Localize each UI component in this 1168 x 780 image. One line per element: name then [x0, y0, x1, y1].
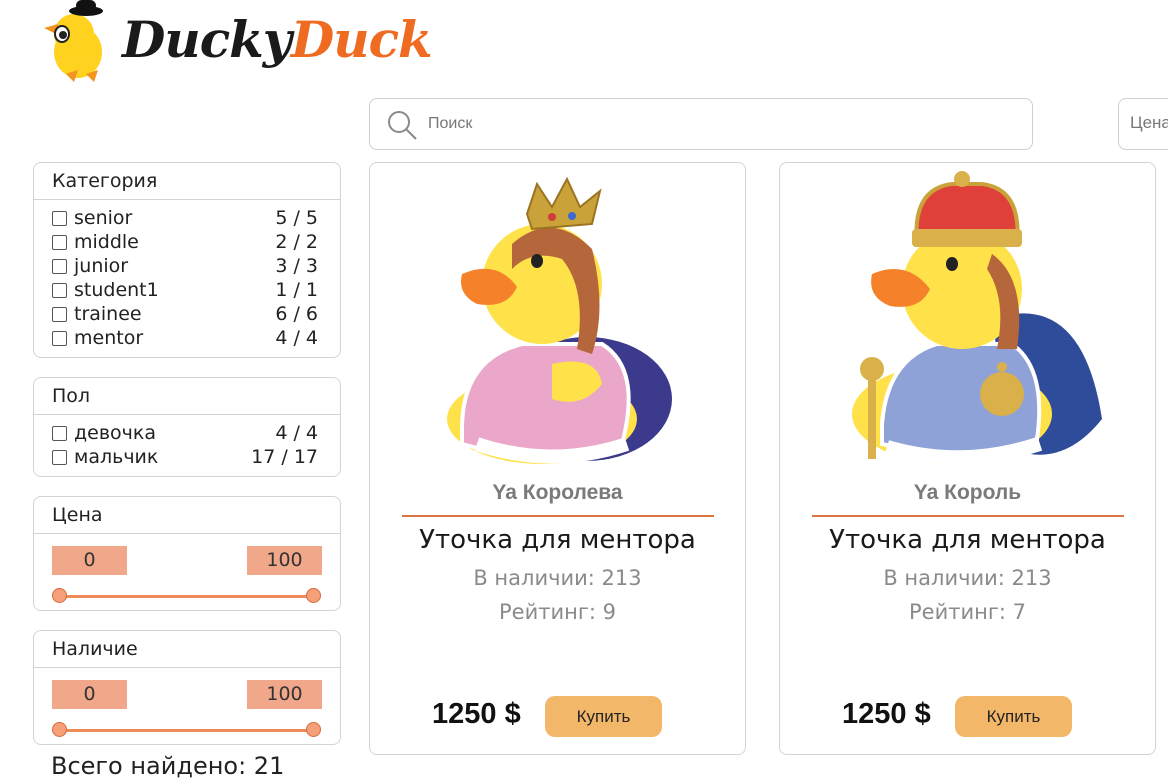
gender-option-girl[interactable]: девочка 4 / 4: [52, 421, 318, 445]
gender-filter: Пол девочка 4 / 4 мальчик 17 / 17: [33, 377, 341, 477]
search-bar: [369, 98, 1033, 150]
stock-max-input[interactable]: 100: [247, 680, 322, 709]
product-description: Уточка для ментора: [829, 525, 1106, 555]
option-label: trainee: [74, 303, 142, 325]
option-count: 4 / 4: [275, 422, 318, 444]
product-rating: Рейтинг: 9: [499, 600, 616, 624]
option-label: junior: [74, 255, 129, 277]
price-sort-label: Цена: [1130, 113, 1168, 132]
checkbox[interactable]: [52, 449, 67, 465]
search-input[interactable]: [426, 108, 1016, 140]
checkbox[interactable]: [52, 306, 67, 322]
product-stock: В наличии: 213: [883, 566, 1052, 590]
option-label: девочка: [74, 422, 156, 444]
stock-filter: Наличие 0 100: [33, 630, 341, 745]
king-duck-image: [852, 171, 1102, 465]
gender-option-boy[interactable]: мальчик 17 / 17: [52, 445, 318, 469]
product-card: Ya Король Уточка для ментора В наличии: …: [779, 162, 1156, 755]
category-option-mentor[interactable]: mentor 4 / 4: [52, 326, 318, 350]
divider: [812, 515, 1124, 517]
option-count: 1 / 1: [275, 279, 318, 301]
stock-slider-track[interactable]: [59, 729, 314, 732]
category-filter-title: Категория: [34, 163, 340, 200]
price-filter-title: Цена: [34, 497, 340, 534]
option-count: 6 / 6: [275, 303, 318, 325]
checkbox[interactable]: [52, 282, 67, 298]
logo-word-duck: Duck: [290, 10, 433, 69]
option-label: mentor: [74, 327, 144, 349]
product-price: 1250 $: [842, 698, 931, 730]
gender-filter-title: Пол: [34, 378, 340, 415]
logo-text: DuckyDuck: [122, 4, 433, 76]
option-count: 5 / 5: [275, 207, 318, 229]
total-found: Всего найдено: 21: [51, 752, 285, 780]
category-option-trainee[interactable]: trainee 6 / 6: [52, 302, 318, 326]
logo-word-ducky: Ducky: [122, 10, 292, 69]
duck-logo-icon: [44, 0, 103, 82]
product-price: 1250 $: [432, 698, 521, 730]
product-card: Ya Королева Уточка для ментора В наличии…: [369, 162, 746, 755]
option-label: senior: [74, 207, 133, 229]
checkbox[interactable]: [52, 425, 67, 441]
logo[interactable]: DuckyDuck: [38, 0, 438, 90]
price-min-handle[interactable]: [52, 588, 67, 603]
checkbox[interactable]: [52, 210, 67, 226]
price-filter: Цена 0 100: [33, 496, 341, 611]
price-range: 0 100: [34, 534, 340, 604]
divider: [402, 515, 714, 517]
category-option-student1[interactable]: student1 1 / 1: [52, 278, 318, 302]
checkbox[interactable]: [52, 234, 67, 250]
option-count: 4 / 4: [275, 327, 318, 349]
option-count: 17 / 17: [251, 446, 318, 468]
category-option-senior[interactable]: senior 5 / 5: [52, 206, 318, 230]
buy-button[interactable]: Купить: [545, 696, 662, 737]
category-filter: Категория senior 5 / 5 middle 2 / 2 juni…: [33, 162, 341, 358]
price-min-input[interactable]: 0: [52, 546, 127, 575]
category-option-junior[interactable]: junior 3 / 3: [52, 254, 318, 278]
stock-range: 0 100: [34, 668, 340, 738]
product-name: Ya Король: [913, 481, 1022, 504]
price-max-input[interactable]: 100: [247, 546, 322, 575]
option-label: middle: [74, 231, 139, 253]
price-sort-select[interactable]: Цена: [1118, 98, 1168, 150]
option-label: мальчик: [74, 446, 159, 468]
price-max-handle[interactable]: [306, 588, 321, 603]
buy-button[interactable]: Купить: [955, 696, 1072, 737]
product-stock: В наличии: 213: [473, 566, 642, 590]
option-count: 3 / 3: [275, 255, 318, 277]
checkbox[interactable]: [52, 330, 67, 346]
search-icon[interactable]: [386, 109, 418, 141]
queen-duck-image: [447, 176, 672, 464]
stock-min-input[interactable]: 0: [52, 680, 127, 709]
price-slider-track[interactable]: [59, 595, 314, 598]
stock-min-handle[interactable]: [52, 722, 67, 737]
product-name: Ya Королева: [492, 481, 623, 504]
checkbox[interactable]: [52, 258, 67, 274]
option-count: 2 / 2: [275, 231, 318, 253]
option-label: student1: [74, 279, 159, 301]
category-option-middle[interactable]: middle 2 / 2: [52, 230, 318, 254]
stock-filter-title: Наличие: [34, 631, 340, 668]
product-description: Уточка для ментора: [419, 525, 696, 555]
product-rating: Рейтинг: 7: [909, 600, 1026, 624]
stock-max-handle[interactable]: [306, 722, 321, 737]
